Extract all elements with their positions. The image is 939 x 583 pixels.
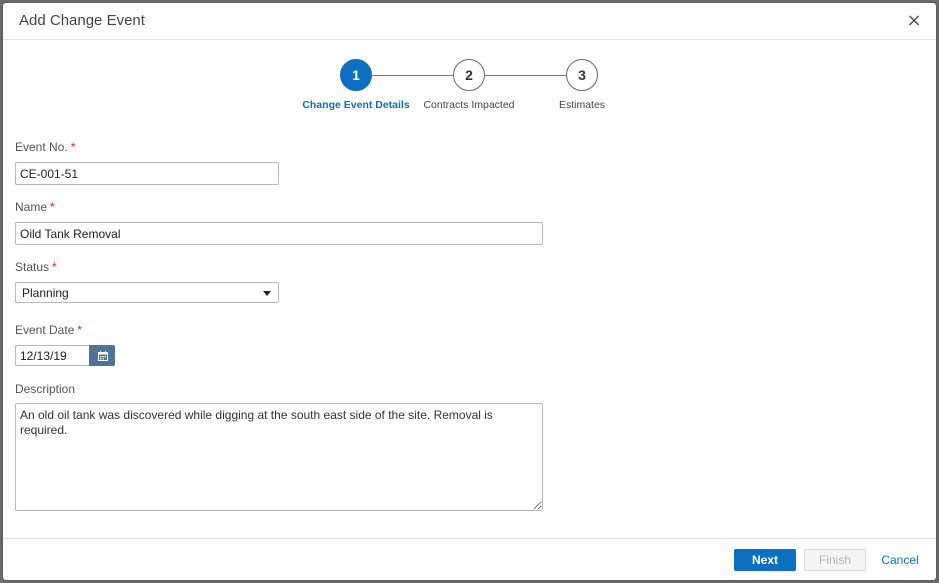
status-select[interactable]: Planning [15, 282, 279, 303]
caret-down-icon [263, 291, 271, 296]
name-label: Name * [15, 200, 55, 214]
step-connector [485, 75, 566, 76]
event-no-label: Event No. * [15, 140, 76, 154]
event-no-input[interactable] [15, 162, 279, 185]
step-1-indicator[interactable]: 1 [340, 59, 372, 91]
next-button[interactable]: Next [734, 549, 796, 571]
description-textarea[interactable]: An old oil tank was discovered while dig… [15, 403, 543, 511]
event-date-label: Event Date * [15, 323, 83, 337]
dialog-header: Add Change Event × [3, 3, 936, 40]
required-marker: * [52, 260, 57, 274]
event-date-input[interactable] [15, 345, 90, 366]
name-input[interactable] [15, 222, 543, 245]
date-picker-button[interactable] [89, 345, 115, 366]
status-label: Status * [15, 260, 57, 274]
calendar-icon [98, 351, 108, 361]
status-selected-value: Planning [22, 286, 69, 300]
step-2-indicator[interactable]: 2 [453, 59, 485, 91]
step-3-label: Estimates [558, 99, 606, 111]
required-marker: * [77, 323, 83, 337]
finish-button[interactable]: Finish [804, 549, 866, 571]
step-connector [372, 75, 453, 76]
dialog-footer: Next Finish Cancel [3, 538, 936, 580]
wizard-stepper: 1 2 3 Change Event Details Contracts Imp… [3, 59, 936, 119]
add-change-event-dialog: Add Change Event × 1 2 3 Change Event De… [3, 3, 936, 580]
description-label: Description [15, 382, 76, 396]
step-3-indicator[interactable]: 3 [566, 59, 598, 91]
close-icon[interactable]: × [902, 9, 926, 33]
cancel-button[interactable]: Cancel [875, 549, 925, 571]
dialog-title: Add Change Event [19, 12, 145, 29]
required-marker: * [50, 200, 55, 214]
required-marker: * [70, 140, 76, 154]
